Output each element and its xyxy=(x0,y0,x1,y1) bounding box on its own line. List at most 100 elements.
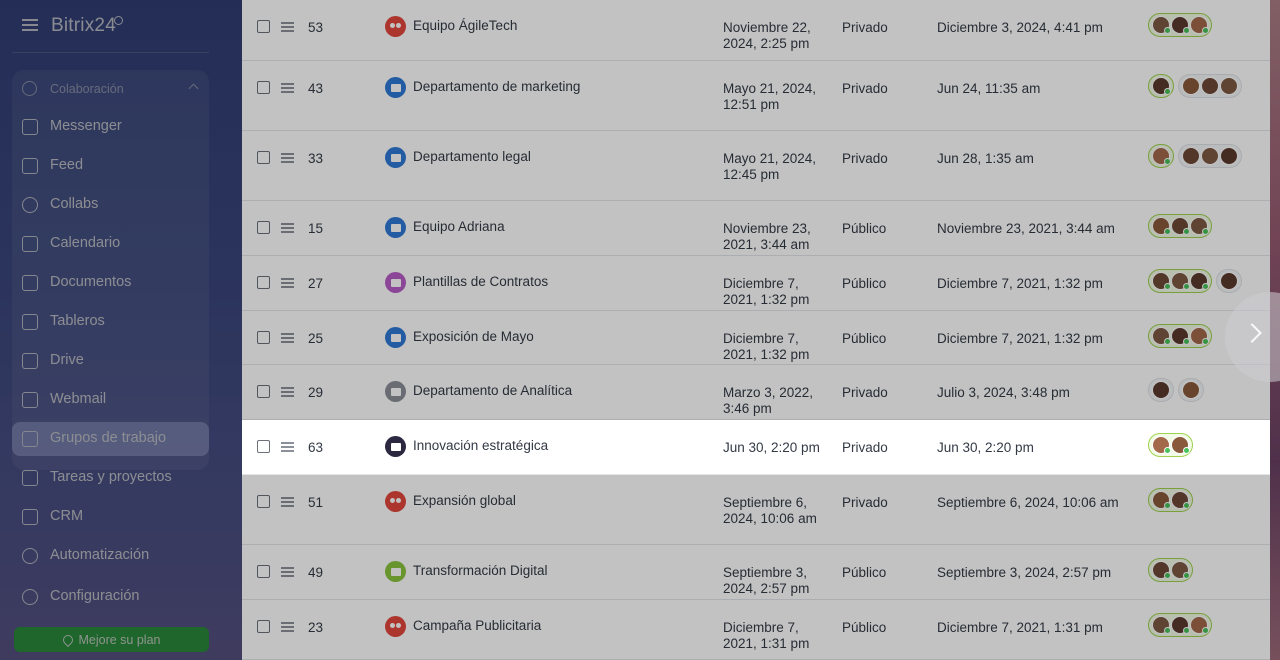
group-name[interactable]: Expansión global xyxy=(413,493,516,509)
table-row[interactable]: 25 Exposición de Mayo Diciembre 7, 2021, 1… xyxy=(242,311,1270,365)
avatar[interactable] xyxy=(1190,327,1209,345)
sidebar-item-drive[interactable]: Drive xyxy=(12,344,209,378)
table-row[interactable]: 29 Departamento de Analítica Marzo 3, 2022… xyxy=(242,365,1270,420)
member-avatars[interactable] xyxy=(1148,269,1242,293)
member-avatars[interactable] xyxy=(1148,613,1212,637)
active-members[interactable] xyxy=(1148,433,1193,457)
member-avatars[interactable] xyxy=(1148,144,1242,168)
group-name[interactable]: Departamento de marketing xyxy=(413,79,580,95)
avatar[interactable] xyxy=(1152,217,1171,235)
sidebar-item-collabs[interactable]: Collabs xyxy=(12,188,209,222)
avatar[interactable] xyxy=(1152,77,1171,95)
member-avatars[interactable] xyxy=(1148,214,1212,238)
drag-handle-icon[interactable] xyxy=(281,83,294,93)
avatar[interactable] xyxy=(1171,16,1190,34)
group-name[interactable]: Exposición de Mayo xyxy=(413,329,534,345)
member-avatars[interactable] xyxy=(1148,433,1193,457)
active-members[interactable] xyxy=(1148,558,1193,582)
table-row[interactable]: 27 Plantillas de Contratos Diciembre 7, 20… xyxy=(242,256,1270,311)
section-header[interactable]: Colaboración xyxy=(12,70,209,108)
group-name[interactable]: Departamento legal xyxy=(413,149,531,165)
row-checkbox[interactable] xyxy=(257,495,270,508)
avatar[interactable] xyxy=(1152,272,1171,290)
avatar[interactable] xyxy=(1201,77,1219,95)
avatar[interactable] xyxy=(1190,16,1209,34)
row-checkbox[interactable] xyxy=(257,440,270,453)
table-row[interactable]: 43 Departamento de marketing Mayo 21, 2024… xyxy=(242,61,1270,131)
sidebar-item-calendario[interactable]: Calendario xyxy=(12,227,209,261)
drag-handle-icon[interactable] xyxy=(281,278,294,288)
other-members[interactable] xyxy=(1178,144,1242,168)
sidebar-item-webmail[interactable]: Webmail xyxy=(12,383,209,417)
menu-icon[interactable] xyxy=(22,19,38,31)
group-name[interactable]: Plantillas de Contratos xyxy=(413,274,548,290)
row-checkbox[interactable] xyxy=(257,221,270,234)
sidebar-item-automatización[interactable]: Automatización xyxy=(12,539,209,573)
drag-handle-icon[interactable] xyxy=(281,387,294,397)
active-members[interactable] xyxy=(1148,378,1174,402)
table-row[interactable]: 63 Innovación estratégica Jun 30, 2:20 pm P… xyxy=(242,420,1270,475)
avatar[interactable] xyxy=(1182,77,1200,95)
drag-handle-icon[interactable] xyxy=(281,223,294,233)
group-name[interactable]: Innovación estratégica xyxy=(413,438,548,454)
avatar[interactable] xyxy=(1171,217,1190,235)
table-row[interactable]: 23 Campaña Publicitaria Diciembre 7, 2021,… xyxy=(242,600,1270,660)
active-members[interactable] xyxy=(1148,74,1174,98)
member-avatars[interactable] xyxy=(1148,324,1212,348)
member-avatars[interactable] xyxy=(1148,13,1212,37)
avatar[interactable] xyxy=(1152,327,1171,345)
active-members[interactable] xyxy=(1148,214,1212,238)
sidebar-item-feed[interactable]: Feed xyxy=(12,149,209,183)
sidebar-item-messenger[interactable]: Messenger xyxy=(12,110,209,144)
active-members[interactable] xyxy=(1148,269,1212,293)
avatar[interactable] xyxy=(1171,436,1190,454)
active-members[interactable] xyxy=(1148,488,1193,512)
avatar[interactable] xyxy=(1190,616,1209,634)
avatar[interactable] xyxy=(1171,561,1190,579)
avatar[interactable] xyxy=(1220,272,1238,290)
avatar[interactable] xyxy=(1220,77,1238,95)
avatar[interactable] xyxy=(1201,147,1219,165)
row-checkbox[interactable] xyxy=(257,331,270,344)
table-row[interactable]: 53 Equipo ÁgileTech Noviembre 22, 2024, 2:… xyxy=(242,0,1270,61)
table-row[interactable]: 49 Transformación Digital Septiembre 3, 20… xyxy=(242,545,1270,600)
avatar[interactable] xyxy=(1182,381,1200,399)
avatar[interactable] xyxy=(1190,272,1209,290)
drag-handle-icon[interactable] xyxy=(281,153,294,163)
group-name[interactable]: Transformación Digital xyxy=(413,563,548,579)
sidebar-item-tableros[interactable]: Tableros xyxy=(12,305,209,339)
sidebar-item-configuración[interactable]: Configuración xyxy=(12,580,209,614)
avatar[interactable] xyxy=(1152,616,1171,634)
chevron-up-icon[interactable] xyxy=(188,83,199,94)
avatar[interactable] xyxy=(1152,561,1171,579)
avatar[interactable] xyxy=(1171,616,1190,634)
app-logo[interactable]: Bitrix24 xyxy=(51,15,116,37)
row-checkbox[interactable] xyxy=(257,565,270,578)
sidebar-item-documentos[interactable]: Documentos xyxy=(12,266,209,300)
row-checkbox[interactable] xyxy=(257,20,270,33)
sidebar-item-grupos-de-trabajo[interactable]: Grupos de trabajo xyxy=(12,422,209,456)
drag-handle-icon[interactable] xyxy=(281,497,294,507)
member-avatars[interactable] xyxy=(1148,378,1204,402)
avatar[interactable] xyxy=(1152,491,1171,509)
active-members[interactable] xyxy=(1148,13,1212,37)
avatar[interactable] xyxy=(1171,272,1190,290)
row-checkbox[interactable] xyxy=(257,620,270,633)
group-name[interactable]: Equipo ÁgileTech xyxy=(413,18,517,34)
drag-handle-icon[interactable] xyxy=(281,442,294,452)
row-checkbox[interactable] xyxy=(257,151,270,164)
upgrade-plan-button[interactable]: Mejore su plan xyxy=(14,627,209,652)
row-checkbox[interactable] xyxy=(257,81,270,94)
other-members[interactable] xyxy=(1178,378,1204,402)
table-row[interactable]: 33 Departamento legal Mayo 21, 2024, 12:45… xyxy=(242,131,1270,201)
sidebar-item-crm[interactable]: CRM xyxy=(12,500,209,534)
member-avatars[interactable] xyxy=(1148,74,1242,98)
member-avatars[interactable] xyxy=(1148,558,1193,582)
active-members[interactable] xyxy=(1148,144,1174,168)
group-name[interactable]: Campaña Publicitaria xyxy=(413,618,541,634)
avatar[interactable] xyxy=(1171,491,1190,509)
avatar[interactable] xyxy=(1182,147,1200,165)
drag-handle-icon[interactable] xyxy=(281,622,294,632)
row-checkbox[interactable] xyxy=(257,276,270,289)
avatar[interactable] xyxy=(1220,147,1238,165)
